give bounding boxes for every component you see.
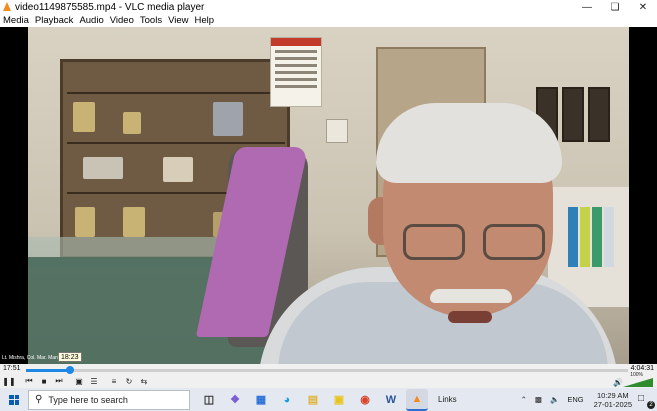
system-tray: ⌃ ▩ 🔈 ENG 10:29 AM 27-01-2025 □ 2 xyxy=(517,388,657,411)
video-area[interactable]: Lt. Mishra, Col. Mar. Manipal xyxy=(0,27,657,364)
vlc-cone-icon xyxy=(2,2,12,12)
shuffle-icon[interactable]: ⇆ xyxy=(138,375,150,387)
speaker-icon[interactable]: 🔊 xyxy=(613,378,623,387)
stop-icon[interactable]: ■ xyxy=(38,375,50,387)
vlc-window: video1149875585.mp4 - VLC media player —… xyxy=(0,0,657,411)
title-bar: video1149875585.mp4 - VLC media player —… xyxy=(0,0,657,14)
menu-view[interactable]: View xyxy=(165,15,191,26)
file-explorer-icon[interactable]: ▤ xyxy=(302,389,324,411)
taskbar-search[interactable]: ⚲ Type here to search xyxy=(28,389,190,410)
store-icon[interactable]: ▦ xyxy=(250,389,272,411)
playlist-icon[interactable]: ≡ xyxy=(108,375,120,387)
seek-progress xyxy=(26,369,70,372)
previous-icon[interactable]: ⏮ xyxy=(23,375,35,387)
search-placeholder: Type here to search xyxy=(48,394,128,405)
close-icon[interactable]: ✕ xyxy=(629,0,657,14)
language-indicator[interactable]: ENG xyxy=(567,395,583,404)
notification-icon[interactable]: □ 2 xyxy=(638,393,655,409)
seek-handle[interactable] xyxy=(65,366,74,374)
menu-bar: Media Playback Audio Video Tools View He… xyxy=(0,14,657,27)
menu-media[interactable]: Media xyxy=(0,15,32,26)
video-frame xyxy=(28,27,629,364)
wall-switch xyxy=(326,119,348,143)
menu-video[interactable]: Video xyxy=(107,15,137,26)
elapsed-time[interactable]: 17:51 xyxy=(3,365,21,372)
network-icon[interactable]: ▩ xyxy=(535,395,542,404)
clock-date: 27-01-2025 xyxy=(593,399,632,409)
seek-tooltip: 18:23 xyxy=(58,352,82,362)
chevron-up-icon[interactable]: ⌃ xyxy=(521,395,527,404)
seek-bar[interactable] xyxy=(26,366,628,374)
word-icon[interactable]: W xyxy=(380,389,402,411)
window-title: video1149875585.mp4 - VLC media player xyxy=(15,1,205,13)
glasses xyxy=(403,224,465,260)
restore-icon[interactable]: ❏ xyxy=(601,0,629,14)
windows-taskbar: ⚲ Type here to search ◫ ❖ ▦ ◕ ▤ ▣ ◉ W ▲ … xyxy=(0,388,657,411)
fullscreen-icon[interactable]: ▣ xyxy=(73,375,85,387)
next-icon[interactable]: ⏭ xyxy=(53,375,65,387)
windows-start-icon[interactable] xyxy=(0,388,28,411)
volume-icon[interactable]: 🔈 xyxy=(550,395,559,404)
control-bar: ❚❚ ⏮ ■ ⏭ ▣ ☰ ≡ ↻ ⇆ xyxy=(0,374,657,388)
search-icon: ⚲ xyxy=(35,394,43,405)
video-caption: Lt. Mishra, Col. Mar. Manipal xyxy=(2,355,66,361)
clock-time: 10:29 AM xyxy=(596,390,629,400)
minimize-icon[interactable]: — xyxy=(573,0,601,14)
task-view-icon[interactable]: ◫ xyxy=(198,389,220,411)
extended-settings-icon[interactable]: ☰ xyxy=(88,375,100,387)
volume-control[interactable]: 🔊 100% xyxy=(613,372,653,387)
loop-icon[interactable]: ↻ xyxy=(123,375,135,387)
copilot-icon[interactable]: ❖ xyxy=(224,389,246,411)
menu-help[interactable]: Help xyxy=(192,15,218,26)
edge-icon[interactable]: ◕ xyxy=(276,389,298,411)
person-hair xyxy=(376,103,562,183)
pause-icon[interactable]: ❚❚ xyxy=(2,375,15,387)
menu-audio[interactable]: Audio xyxy=(76,15,106,26)
volume-slider[interactable] xyxy=(623,378,653,387)
vlc-icon[interactable]: ▲ xyxy=(406,388,428,411)
total-time[interactable]: 4:04:31 xyxy=(631,365,654,372)
notification-badge: 2 xyxy=(647,400,655,409)
volume-percent: 100% xyxy=(630,372,643,378)
wall-calendar xyxy=(270,37,322,107)
seek-row: 17:51 4:04:31 xyxy=(0,364,657,374)
links-toolbar[interactable]: Links xyxy=(438,395,457,404)
sticky-notes-icon[interactable]: ▣ xyxy=(328,389,350,411)
menu-tools[interactable]: Tools xyxy=(137,15,165,26)
chrome-icon[interactable]: ◉ xyxy=(354,389,376,411)
clock[interactable]: 10:29 AM 27-01-2025 xyxy=(594,391,632,409)
menu-playback[interactable]: Playback xyxy=(32,15,77,26)
